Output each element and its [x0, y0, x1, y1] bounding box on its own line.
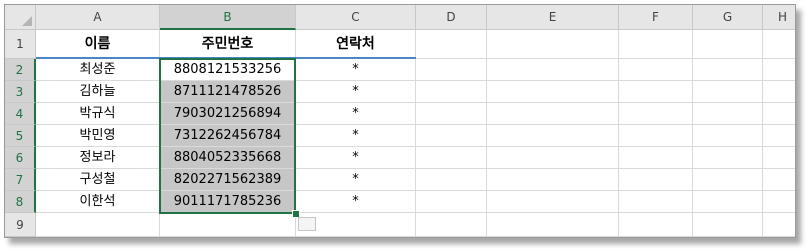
cell-d3[interactable] — [416, 81, 487, 103]
row-header-5[interactable]: 5 — [5, 125, 36, 147]
cell-f8[interactable] — [619, 191, 693, 213]
row-header-6[interactable]: 6 — [5, 147, 36, 169]
cell-e8[interactable] — [487, 191, 619, 213]
cell-d7[interactable] — [416, 169, 487, 191]
cell-a6[interactable]: 정보라 — [36, 147, 160, 169]
cell-a9[interactable] — [36, 213, 160, 237]
select-all-corner[interactable] — [5, 5, 36, 30]
cell-a5[interactable]: 박민영 — [36, 125, 160, 147]
cell-h2[interactable] — [763, 59, 795, 81]
cell-h3[interactable] — [763, 81, 795, 103]
row-header-9[interactable]: 9 — [5, 213, 36, 237]
column-header-h[interactable]: H — [763, 5, 795, 30]
cell-h8[interactable] — [763, 191, 795, 213]
cell-f1[interactable] — [619, 30, 693, 59]
cell-a8[interactable]: 이한석 — [36, 191, 160, 213]
row-header-2[interactable]: 2 — [5, 59, 36, 81]
cell-b1[interactable]: 주민번호 — [160, 30, 296, 59]
cell-c5[interactable]: * — [296, 125, 416, 147]
cell-c6[interactable]: * — [296, 147, 416, 169]
cell-a4[interactable]: 박규식 — [36, 103, 160, 125]
row-header-1[interactable]: 1 — [5, 30, 36, 59]
cell-e2[interactable] — [487, 59, 619, 81]
column-header-f[interactable]: F — [619, 5, 693, 30]
cell-g6[interactable] — [693, 147, 763, 169]
cell-a3[interactable]: 김하늘 — [36, 81, 160, 103]
row-header-8[interactable]: 8 — [5, 191, 36, 213]
column-header-g[interactable]: G — [693, 5, 763, 30]
cell-c1[interactable]: 연락처 — [296, 30, 416, 59]
cell-g3[interactable] — [693, 81, 763, 103]
cell-h7[interactable] — [763, 169, 795, 191]
cell-b9[interactable] — [160, 213, 296, 237]
cell-c4[interactable]: * — [296, 103, 416, 125]
cell-f4[interactable] — [619, 103, 693, 125]
column-header-d[interactable]: D — [416, 5, 487, 30]
cell-g4[interactable] — [693, 103, 763, 125]
cell-g9[interactable] — [693, 213, 763, 237]
select-all-triangle-icon — [22, 16, 32, 26]
cell-f2[interactable] — [619, 59, 693, 81]
worksheet-grid[interactable]: A B C D E F G H 1 2 3 4 5 6 7 8 9 이름 주민번호 연락처 최성준 88081215332… — [5, 5, 795, 237]
cell-d4[interactable] — [416, 103, 487, 125]
cell-c3[interactable]: * — [296, 81, 416, 103]
cell-c7[interactable]: * — [296, 169, 416, 191]
cell-d5[interactable] — [416, 125, 487, 147]
cell-e7[interactable] — [487, 169, 619, 191]
cell-h4[interactable] — [763, 103, 795, 125]
cell-f7[interactable] — [619, 169, 693, 191]
cell-f5[interactable] — [619, 125, 693, 147]
row-header-7[interactable]: 7 — [5, 169, 36, 191]
cell-e1[interactable] — [487, 30, 619, 59]
cell-h9[interactable] — [763, 213, 795, 237]
cell-g1[interactable] — [693, 30, 763, 59]
column-header-a[interactable]: A — [36, 5, 160, 30]
cell-g2[interactable] — [693, 59, 763, 81]
cell-c8[interactable]: * — [296, 191, 416, 213]
cell-d6[interactable] — [416, 147, 487, 169]
row-header-3[interactable]: 3 — [5, 81, 36, 103]
cell-g8[interactable] — [693, 191, 763, 213]
quick-analysis-icon[interactable] — [298, 217, 316, 231]
cell-g7[interactable] — [693, 169, 763, 191]
cell-c2[interactable]: * — [296, 59, 416, 81]
row-header-4[interactable]: 4 — [5, 103, 36, 125]
cell-h5[interactable] — [763, 125, 795, 147]
cell-e4[interactable] — [487, 103, 619, 125]
cell-h1[interactable] — [763, 30, 795, 59]
column-header-b[interactable]: B — [160, 5, 296, 30]
column-header-e[interactable]: E — [487, 5, 619, 30]
selection-border — [159, 58, 296, 214]
cell-a7[interactable]: 구성철 — [36, 169, 160, 191]
cell-d8[interactable] — [416, 191, 487, 213]
cell-e9[interactable] — [487, 213, 619, 237]
cell-a2[interactable]: 최성준 — [36, 59, 160, 81]
cell-h6[interactable] — [763, 147, 795, 169]
cell-f9[interactable] — [619, 213, 693, 237]
cell-f6[interactable] — [619, 147, 693, 169]
cell-e5[interactable] — [487, 125, 619, 147]
cell-g5[interactable] — [693, 125, 763, 147]
cell-d2[interactable] — [416, 59, 487, 81]
cell-d9[interactable] — [416, 213, 487, 237]
cell-e6[interactable] — [487, 147, 619, 169]
cell-a1[interactable]: 이름 — [36, 30, 160, 59]
cell-e3[interactable] — [487, 81, 619, 103]
cell-f3[interactable] — [619, 81, 693, 103]
spreadsheet-window: A B C D E F G H 1 2 3 4 5 6 7 8 9 이름 주민번호 연락처 최성준 88081215332… — [4, 4, 796, 238]
column-header-c[interactable]: C — [296, 5, 416, 30]
cell-d1[interactable] — [416, 30, 487, 59]
